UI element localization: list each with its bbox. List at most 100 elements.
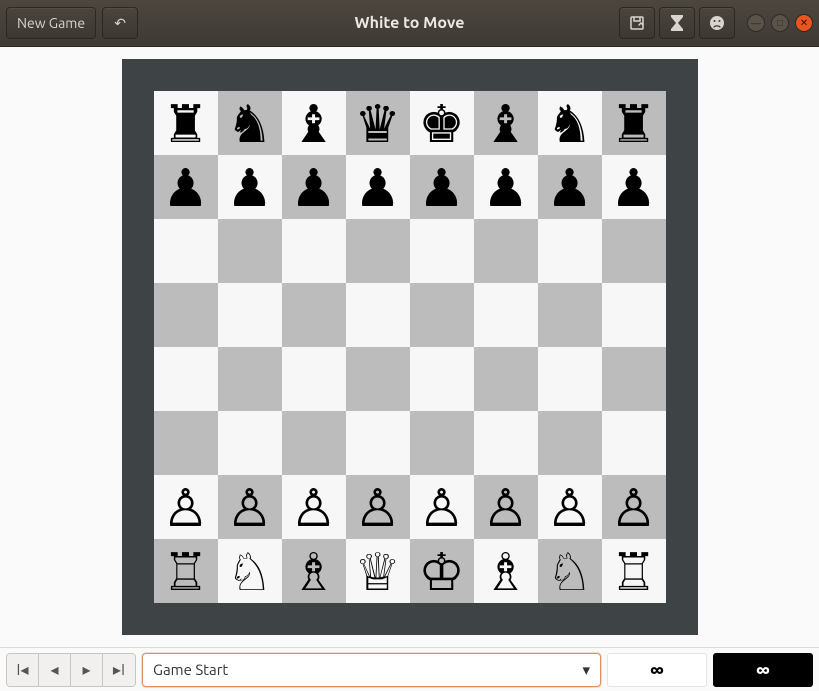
piece-r[interactable]: ♜ xyxy=(610,97,657,149)
nav-first-button[interactable]: I◂ xyxy=(7,654,39,686)
board-square[interactable]: ♘ xyxy=(218,539,282,603)
board-square[interactable]: ♟ xyxy=(474,155,538,219)
board-square[interactable]: ♝ xyxy=(282,91,346,155)
piece-P[interactable]: ♙ xyxy=(482,481,529,533)
board-square[interactable]: ♟ xyxy=(346,155,410,219)
board-square[interactable] xyxy=(474,219,538,283)
history-dropdown[interactable]: Game Start ▾ xyxy=(142,653,601,687)
save-button[interactable] xyxy=(619,7,655,39)
board-square[interactable] xyxy=(218,411,282,475)
piece-B[interactable]: ♗ xyxy=(482,545,529,597)
nav-next-button[interactable]: ▸ xyxy=(71,654,103,686)
board-square[interactable] xyxy=(218,347,282,411)
piece-p[interactable]: ♟ xyxy=(418,161,465,213)
chess-board[interactable]: ♜♞♝♛♚♝♞♜♟♟♟♟♟♟♟♟♙♙♙♙♙♙♙♙♖♘♗♕♔♗♘♖ xyxy=(154,91,666,603)
board-square[interactable] xyxy=(474,411,538,475)
board-square[interactable] xyxy=(602,219,666,283)
board-square[interactable]: ♙ xyxy=(602,475,666,539)
board-square[interactable]: ♙ xyxy=(282,475,346,539)
board-square[interactable] xyxy=(410,283,474,347)
board-square[interactable] xyxy=(410,219,474,283)
board-square[interactable] xyxy=(154,347,218,411)
piece-P[interactable]: ♙ xyxy=(290,481,337,533)
piece-n[interactable]: ♞ xyxy=(226,97,273,149)
piece-B[interactable]: ♗ xyxy=(290,545,337,597)
undo-button[interactable]: ↶ xyxy=(102,7,138,39)
board-square[interactable]: ♙ xyxy=(474,475,538,539)
piece-P[interactable]: ♙ xyxy=(610,481,657,533)
board-square[interactable] xyxy=(154,283,218,347)
board-square[interactable]: ♙ xyxy=(410,475,474,539)
board-square[interactable]: ♖ xyxy=(154,539,218,603)
piece-P[interactable]: ♙ xyxy=(226,481,273,533)
board-square[interactable]: ♙ xyxy=(538,475,602,539)
board-square[interactable] xyxy=(282,411,346,475)
new-game-button[interactable]: New Game xyxy=(6,7,96,39)
piece-r[interactable]: ♜ xyxy=(162,97,209,149)
board-square[interactable] xyxy=(602,411,666,475)
board-square[interactable] xyxy=(474,283,538,347)
board-square[interactable]: ♕ xyxy=(346,539,410,603)
piece-Q[interactable]: ♕ xyxy=(354,545,401,597)
piece-p[interactable]: ♟ xyxy=(546,161,593,213)
board-square[interactable]: ♟ xyxy=(410,155,474,219)
minimize-button[interactable]: — xyxy=(747,14,765,32)
board-square[interactable]: ♞ xyxy=(218,91,282,155)
timer-button[interactable] xyxy=(659,7,695,39)
board-square[interactable]: ♗ xyxy=(474,539,538,603)
board-square[interactable]: ♜ xyxy=(602,91,666,155)
board-square[interactable]: ♞ xyxy=(538,91,602,155)
board-square[interactable]: ♗ xyxy=(282,539,346,603)
board-square[interactable]: ♟ xyxy=(538,155,602,219)
piece-P[interactable]: ♙ xyxy=(354,481,401,533)
piece-p[interactable]: ♟ xyxy=(162,161,209,213)
board-square[interactable] xyxy=(410,411,474,475)
board-square[interactable] xyxy=(346,411,410,475)
board-square[interactable] xyxy=(282,283,346,347)
piece-P[interactable]: ♙ xyxy=(162,481,209,533)
board-square[interactable] xyxy=(154,219,218,283)
board-square[interactable] xyxy=(602,283,666,347)
board-square[interactable]: ♟ xyxy=(282,155,346,219)
board-square[interactable]: ♟ xyxy=(154,155,218,219)
piece-b[interactable]: ♝ xyxy=(482,97,529,149)
board-square[interactable] xyxy=(538,347,602,411)
piece-P[interactable]: ♙ xyxy=(546,481,593,533)
piece-K[interactable]: ♔ xyxy=(418,545,465,597)
board-square[interactable]: ♘ xyxy=(538,539,602,603)
board-square[interactable] xyxy=(538,219,602,283)
board-square[interactable] xyxy=(474,347,538,411)
piece-q[interactable]: ♛ xyxy=(354,97,401,149)
board-square[interactable]: ♔ xyxy=(410,539,474,603)
piece-p[interactable]: ♟ xyxy=(482,161,529,213)
board-square[interactable]: ♙ xyxy=(218,475,282,539)
piece-R[interactable]: ♖ xyxy=(162,545,209,597)
board-square[interactable] xyxy=(282,219,346,283)
board-square[interactable] xyxy=(538,283,602,347)
board-square[interactable] xyxy=(218,219,282,283)
piece-N[interactable]: ♘ xyxy=(226,545,273,597)
board-square[interactable]: ♚ xyxy=(410,91,474,155)
piece-p[interactable]: ♟ xyxy=(354,161,401,213)
board-square[interactable]: ♛ xyxy=(346,91,410,155)
board-square[interactable]: ♟ xyxy=(218,155,282,219)
board-square[interactable] xyxy=(154,411,218,475)
nav-last-button[interactable]: ▸I xyxy=(103,654,135,686)
nav-prev-button[interactable]: ◂ xyxy=(39,654,71,686)
piece-n[interactable]: ♞ xyxy=(546,97,593,149)
board-square[interactable]: ♜ xyxy=(154,91,218,155)
maximize-button[interactable]: □ xyxy=(771,14,789,32)
board-square[interactable] xyxy=(538,411,602,475)
board-square[interactable]: ♖ xyxy=(602,539,666,603)
piece-b[interactable]: ♝ xyxy=(290,97,337,149)
board-square[interactable]: ♙ xyxy=(154,475,218,539)
piece-k[interactable]: ♚ xyxy=(418,97,465,149)
board-square[interactable] xyxy=(282,347,346,411)
piece-R[interactable]: ♖ xyxy=(610,545,657,597)
board-square[interactable] xyxy=(346,347,410,411)
board-square[interactable]: ♝ xyxy=(474,91,538,155)
board-square[interactable] xyxy=(346,219,410,283)
board-square[interactable] xyxy=(602,347,666,411)
board-square[interactable]: ♙ xyxy=(346,475,410,539)
piece-P[interactable]: ♙ xyxy=(418,481,465,533)
